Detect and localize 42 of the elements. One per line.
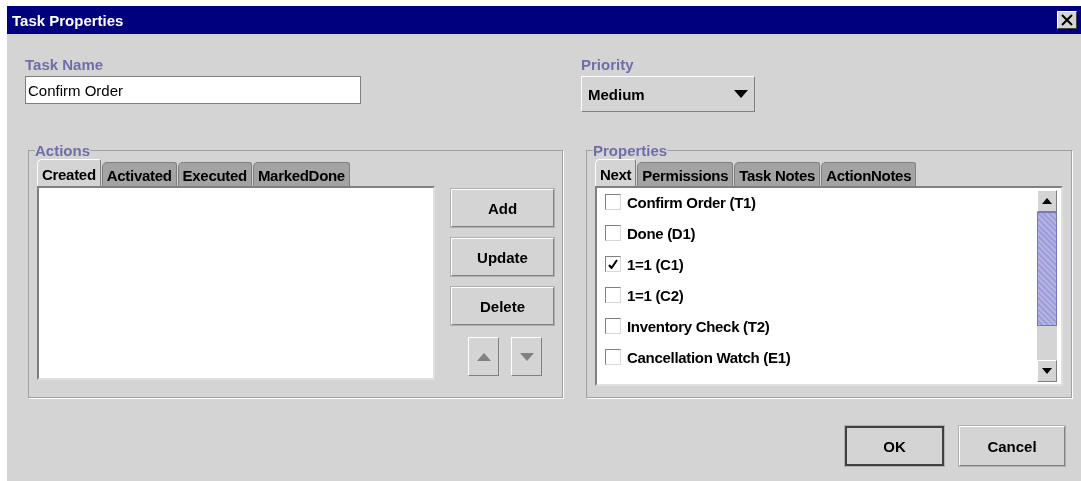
move-up-button[interactable]	[468, 337, 499, 376]
checkbox[interactable]	[605, 318, 621, 334]
group-title: Actions	[35, 142, 90, 159]
group-title: Properties	[593, 142, 668, 159]
tab[interactable]: Next	[595, 159, 637, 186]
checkbox-label: Cancellation Watch (E1)	[627, 348, 791, 366]
tab[interactable]: Permissions	[637, 162, 734, 186]
action-button[interactable]: Add	[451, 189, 554, 227]
tab[interactable]: Created	[37, 159, 101, 186]
tab[interactable]: ActionNotes	[821, 162, 917, 186]
tab[interactable]: Activated	[101, 162, 177, 186]
up-arrow-icon	[476, 352, 491, 361]
field-label: Task Name	[25, 56, 105, 73]
dialog-button[interactable]: OK	[845, 426, 944, 466]
down-arrow-icon	[519, 352, 534, 361]
task-name-field[interactable]: Confirm Order	[25, 76, 361, 104]
checkbox-label: 1=1 (C2)	[627, 286, 684, 304]
checkbox[interactable]	[605, 349, 621, 365]
checkbox[interactable]	[605, 225, 621, 241]
scrollbar[interactable]	[1037, 190, 1057, 382]
tab[interactable]: Task Notes	[734, 162, 821, 186]
tab[interactable]: MarkedDone	[252, 162, 350, 186]
priority-dropdown[interactable]: Medium	[581, 76, 755, 112]
dialog-button[interactable]: Cancel	[959, 426, 1065, 466]
up-arrow-icon	[1042, 198, 1052, 204]
checkbox-label: Confirm Order (T1)	[627, 193, 756, 211]
move-down-button[interactable]	[511, 337, 542, 376]
window-title: Task Properties	[12, 11, 124, 29]
checkbox[interactable]	[605, 287, 621, 303]
close-button[interactable]	[1057, 11, 1077, 29]
caret-icon	[734, 90, 748, 98]
field-label: Priority	[581, 56, 635, 73]
action-button[interactable]: Update	[451, 238, 554, 276]
tab[interactable]: Executed	[177, 162, 252, 186]
close-icon	[1061, 14, 1073, 26]
checkbox[interactable]	[605, 194, 621, 210]
checkbox-label: Inventory Check (T2)	[627, 317, 770, 335]
checkbox-label: 1=1 (C1)	[627, 255, 684, 273]
down-arrow-icon	[1042, 368, 1052, 374]
action-button[interactable]: Delete	[451, 287, 554, 325]
checkbox[interactable]	[605, 256, 621, 272]
checkbox-label: Done (D1)	[627, 224, 696, 242]
